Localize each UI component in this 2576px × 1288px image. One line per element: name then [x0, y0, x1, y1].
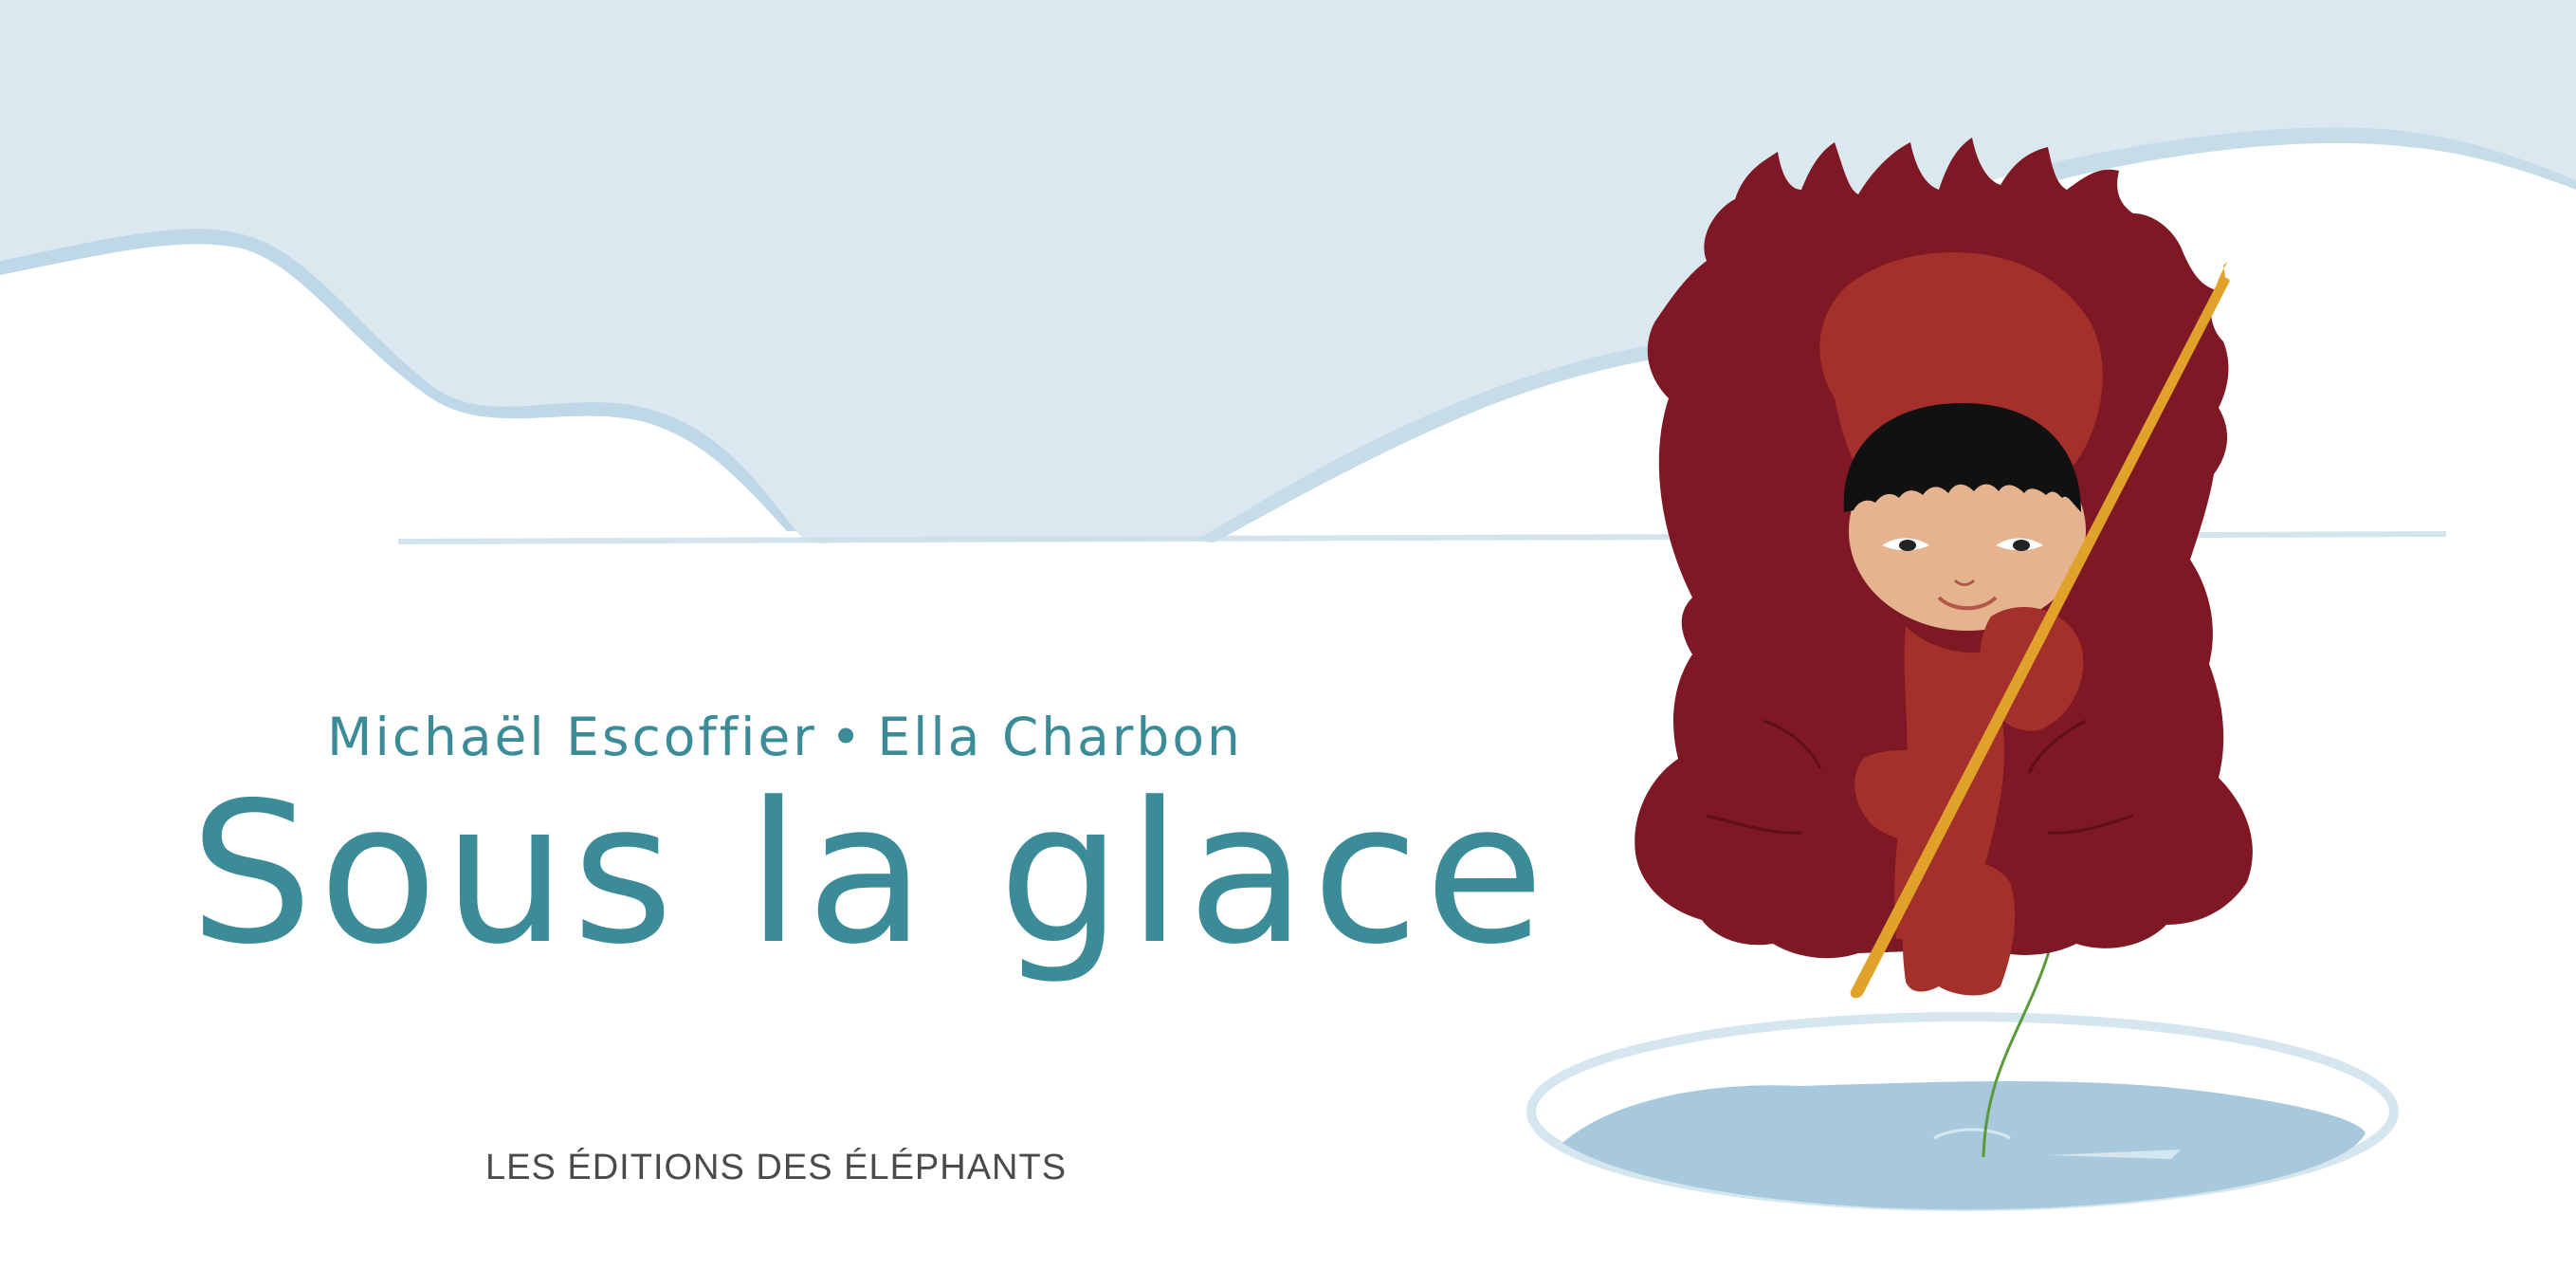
left-pupil	[1899, 540, 1916, 551]
cover-illustration	[0, 0, 2576, 1288]
author-separator: •	[830, 707, 865, 767]
publisher-name: LES ÉDITIONS DES ÉLÉPHANTS	[485, 1148, 1068, 1187]
authors-line: Michaël Escoffier • Ella Charbon	[327, 707, 1240, 767]
author-name: Michaël Escoffier	[327, 707, 817, 767]
illustrator-name: Ella Charbon	[877, 707, 1243, 767]
right-pupil	[2013, 540, 2030, 551]
book-cover: Michaël Escoffier • Ella Charbon Sous la g…	[0, 0, 2576, 1288]
book-title: Sous la glace	[190, 762, 1550, 987]
